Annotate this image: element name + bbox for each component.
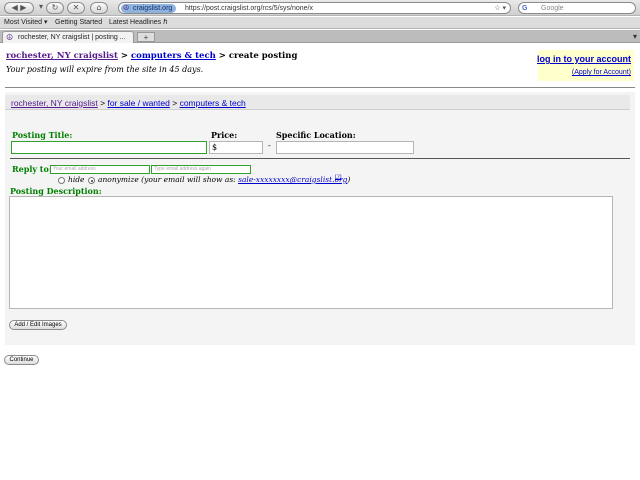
breadcrumb-site-link[interactable]: rochester, NY craigslist: [6, 51, 118, 61]
tab-craigslist[interactable]: ☮ rochester, NY craigslist | posting ...: [2, 31, 134, 43]
currency-symbol: $: [212, 143, 218, 152]
specific-location-input[interactable]: [276, 141, 414, 154]
tab-list-icon[interactable]: ▾: [633, 32, 637, 41]
peace-sign-icon: ☮: [6, 33, 14, 42]
search-input[interactable]: G Google: [518, 2, 636, 14]
reply-to-label: Reply to:: [12, 164, 52, 174]
page-breadcrumb: rochester, NY craigslist > computers & t…: [6, 51, 297, 61]
login-link[interactable]: log in to your account: [537, 54, 631, 64]
posting-title-input[interactable]: [11, 141, 207, 154]
hide-email-label: hide: [68, 175, 85, 184]
google-icon[interactable]: G: [522, 4, 527, 13]
bookmarks-toolbar: Most Visited ▾ Getting Started Latest He…: [0, 17, 640, 29]
site-identity-badge[interactable]: ☮ craigslist.org: [121, 4, 177, 13]
stop-icon[interactable]: ✕: [67, 2, 85, 14]
form-breadcrumb-site-link[interactable]: rochester, NY craigslist: [11, 98, 98, 108]
account-box: log in to your account (Apply for Accoun…: [537, 50, 634, 81]
url-bar[interactable]: ☮ craigslist.org https://post.craigslist…: [118, 2, 511, 14]
price-label: Price:: [211, 130, 238, 140]
home-icon[interactable]: ⌂: [90, 2, 108, 14]
apply-account-link[interactable]: (Apply for Account): [572, 69, 631, 76]
form-divider: [10, 158, 630, 159]
tab-title: rochester, NY craigslist | posting ...: [18, 34, 126, 41]
price-location-dash: -: [268, 141, 271, 150]
breadcrumb-category-link[interactable]: computers & tech: [131, 51, 216, 61]
breadcrumb-separator: >: [172, 98, 178, 108]
breadcrumb-current-page: create posting: [228, 51, 298, 61]
price-input[interactable]: [209, 141, 263, 154]
reply-help-link[interactable]: [?]: [335, 174, 342, 180]
breadcrumb-separator: >: [120, 51, 128, 61]
new-tab-button[interactable]: +: [137, 32, 155, 42]
back-forward-buttons[interactable]: ◀ ▶: [4, 2, 34, 14]
breadcrumb-separator: >: [218, 51, 226, 61]
anonymize-email-radio[interactable]: [88, 177, 95, 184]
reload-icon[interactable]: ↻: [46, 2, 64, 14]
bookmark-latest-headlines[interactable]: Latest Headlines ℏ: [109, 17, 168, 29]
bookmark-star-icon[interactable]: ☆ ▾: [494, 4, 506, 13]
header-divider: [5, 87, 635, 88]
form-breadcrumb: rochester, NY craigslist > for sale / wa…: [11, 98, 246, 108]
posting-description-label: Posting Description:: [10, 186, 102, 196]
specific-location-label: Specific Location:: [276, 130, 356, 140]
posting-title-label: Posting Title:: [12, 130, 73, 140]
search-placeholder: Google: [541, 5, 564, 12]
bookmark-getting-started[interactable]: Getting Started: [55, 17, 102, 29]
posting-description-textarea[interactable]: [9, 196, 613, 309]
tab-strip: ☮ rochester, NY craigslist | posting ...…: [0, 30, 640, 43]
anonymize-label: anonymize (your email will show as:: [98, 175, 236, 184]
email-confirm-input[interactable]: Type email address again: [151, 165, 251, 174]
add-edit-images-button[interactable]: Add / Edit Images: [9, 320, 67, 330]
anonymize-close-paren: ): [347, 175, 351, 184]
bookmark-most-visited[interactable]: Most Visited ▾: [4, 17, 47, 29]
anonymize-option: anonymize (your email will show as: sale…: [98, 175, 350, 184]
forward-icon[interactable]: ▶: [20, 3, 26, 12]
anonymized-email-link[interactable]: sale-xxxxxxxx@craigslist.org: [238, 175, 347, 184]
browser-toolbar: ◀ ▶ ▾ ↻ ✕ ⌂ ☮ craigslist.org https://pos…: [0, 0, 640, 16]
hide-email-radio[interactable]: [58, 177, 65, 184]
email-input[interactable]: Your email address: [50, 165, 150, 174]
continue-button[interactable]: Continue: [4, 355, 39, 365]
history-dropdown-icon[interactable]: ▾: [36, 2, 46, 14]
peace-sign-icon: ☮: [123, 5, 130, 12]
expiry-note: Your posting will expire from the site i…: [6, 65, 204, 74]
back-icon[interactable]: ◀: [12, 3, 18, 12]
site-identity-label: craigslist.org: [133, 5, 173, 12]
form-breadcrumb-section-link[interactable]: for sale / wanted: [107, 98, 169, 108]
form-breadcrumb-category-link[interactable]: computers & tech: [180, 98, 246, 108]
breadcrumb-separator: >: [100, 98, 106, 108]
url-text[interactable]: https://post.craigslist.org/rcs/5/sys/no…: [185, 4, 313, 13]
